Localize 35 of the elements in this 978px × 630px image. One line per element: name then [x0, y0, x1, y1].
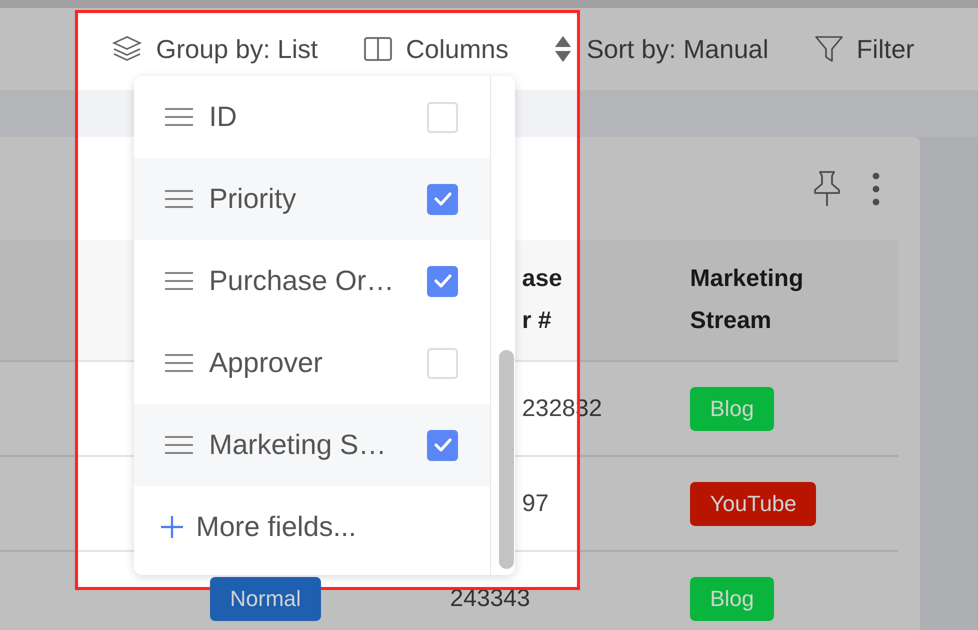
stream-tag: Blog	[690, 386, 774, 430]
stream-tag: Blog	[690, 576, 774, 620]
column-header: ase r #	[522, 264, 564, 336]
layers-icon	[112, 35, 142, 63]
drag-handle-icon[interactable]	[164, 107, 194, 127]
checkbox[interactable]	[427, 266, 458, 296]
filter-button[interactable]: Filter	[814, 34, 914, 64]
scrollbar-thumb[interactable]	[499, 350, 514, 569]
column-option[interactable]: Marketing S…	[134, 404, 490, 486]
columns-button[interactable]: Columns	[364, 34, 508, 64]
filter-icon	[814, 35, 843, 63]
columns-icon	[364, 37, 392, 61]
group-by-button[interactable]: Group by: List	[112, 34, 318, 64]
table-cell: 97	[522, 490, 549, 518]
plus-icon	[160, 515, 184, 539]
column-option[interactable]: Priority	[134, 158, 490, 240]
more-fields-button[interactable]: More fields...	[134, 486, 490, 568]
more-options-icon[interactable]	[872, 172, 880, 206]
checkmark-icon	[432, 191, 452, 207]
checkbox[interactable]	[427, 184, 458, 214]
drag-handle-icon[interactable]	[164, 271, 194, 291]
table-cell: 243343	[450, 584, 530, 612]
drag-handle-icon[interactable]	[164, 353, 194, 373]
checkbox[interactable]	[427, 430, 458, 460]
pin-icon[interactable]	[812, 170, 842, 208]
checkmark-icon	[432, 273, 452, 289]
column-option[interactable]: Purchase Or…	[134, 240, 490, 322]
stream-tag: YouTube	[690, 482, 816, 526]
sort-icon	[554, 35, 572, 63]
checkmark-icon	[432, 437, 452, 453]
column-header: Marketing Stream	[690, 264, 804, 336]
priority-badge: Normal	[210, 576, 321, 620]
drag-handle-icon[interactable]	[164, 435, 194, 455]
column-option[interactable]: ID	[134, 76, 490, 158]
drag-handle-icon[interactable]	[164, 189, 194, 209]
